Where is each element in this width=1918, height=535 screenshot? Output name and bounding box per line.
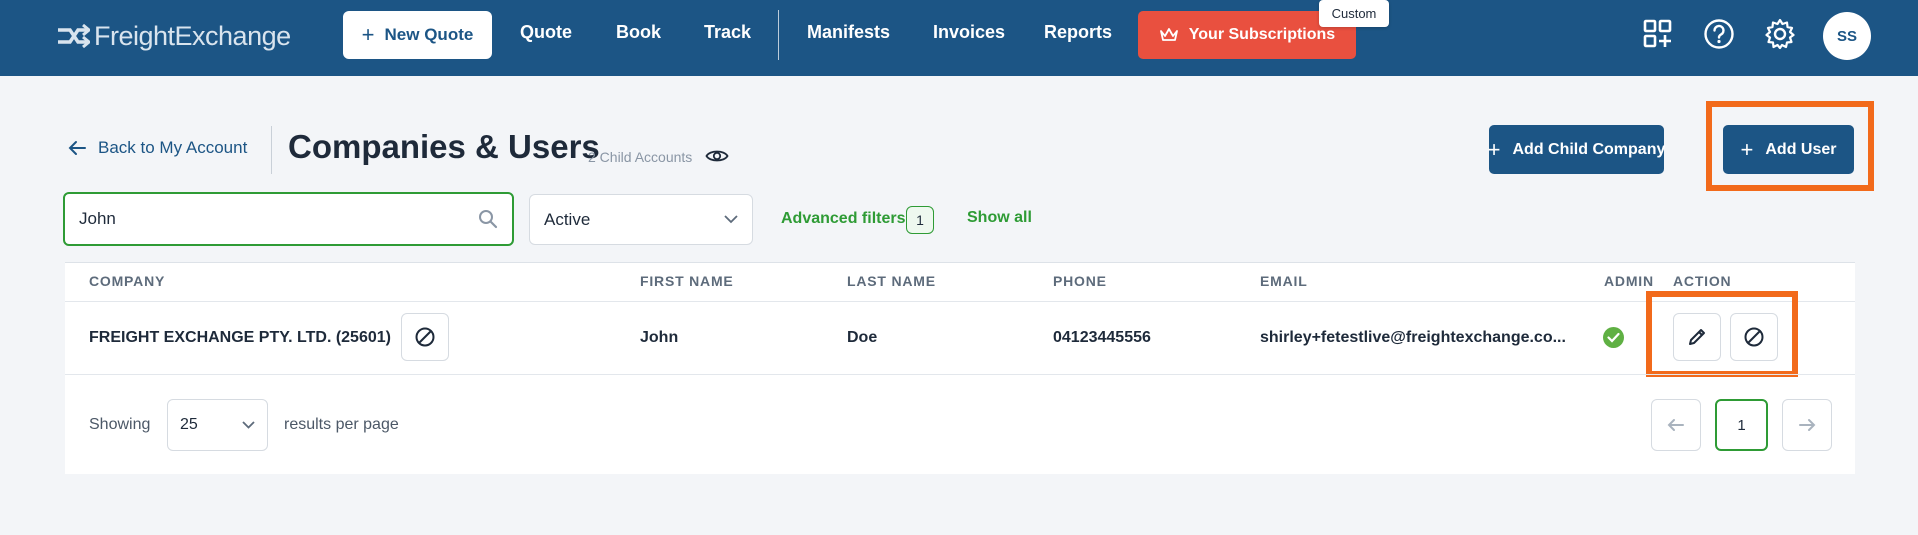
logo-text: FreightExchange bbox=[94, 20, 291, 51]
user-avatar[interactable]: SS bbox=[1823, 12, 1871, 60]
nav-link-manifests[interactable]: Manifests bbox=[807, 22, 890, 43]
header-divider bbox=[271, 126, 272, 174]
arrow-left-icon bbox=[68, 141, 86, 155]
apps-add-icon[interactable] bbox=[1640, 16, 1676, 52]
new-quote-button[interactable]: + New Quote bbox=[343, 11, 492, 59]
crown-icon bbox=[1159, 28, 1178, 41]
page-title: Companies & Users bbox=[288, 128, 600, 165]
column-header-company[interactable]: COMPANY bbox=[89, 273, 165, 289]
back-to-my-account-link[interactable]: Back to My Account bbox=[68, 138, 247, 158]
showing-label: Showing bbox=[89, 416, 151, 433]
arrow-left-icon bbox=[1667, 419, 1684, 431]
cell-email: shirley+fetestlive@freightexchange.co... bbox=[1260, 329, 1566, 346]
custom-plan-badge: Custom bbox=[1319, 0, 1389, 27]
chevron-down-icon bbox=[242, 421, 255, 429]
advanced-filters-link[interactable]: Advanced filters bbox=[781, 210, 905, 228]
per-page-select[interactable]: 25 bbox=[167, 399, 268, 451]
back-link-label: Back to My Account bbox=[98, 138, 248, 157]
cell-first-name: John bbox=[640, 329, 679, 346]
header-row-divider bbox=[65, 301, 1855, 302]
chevron-down-icon bbox=[724, 215, 738, 224]
row-divider bbox=[65, 374, 1855, 375]
action-buttons-highlight-box bbox=[1646, 291, 1798, 377]
add-child-company-button[interactable]: + Add Child Company bbox=[1487, 125, 1666, 174]
arrow-right-icon bbox=[1799, 419, 1816, 431]
column-header-email[interactable]: EMAIL bbox=[1260, 273, 1308, 289]
column-header-action: ACTION bbox=[1673, 273, 1732, 289]
search-field[interactable] bbox=[63, 192, 514, 246]
column-header-last-name[interactable]: LAST NAME bbox=[847, 273, 936, 289]
nav-link-quote[interactable]: Quote bbox=[520, 22, 572, 43]
logo-arrows-icon bbox=[58, 24, 90, 48]
nav-divider bbox=[778, 10, 779, 60]
results-per-page-label: results per page bbox=[284, 416, 399, 433]
plus-icon: + bbox=[361, 22, 375, 47]
cell-phone: 04123445556 bbox=[1053, 329, 1151, 346]
freightexchange-logo[interactable]: FreightExchange bbox=[56, 18, 291, 54]
column-header-first-name[interactable]: FIRST NAME bbox=[640, 273, 734, 289]
admin-check-icon bbox=[1603, 327, 1624, 348]
nav-link-track[interactable]: Track bbox=[704, 22, 751, 43]
page-number-button[interactable]: 1 bbox=[1715, 399, 1768, 451]
status-select[interactable]: Active bbox=[529, 194, 753, 245]
nav-link-invoices[interactable]: Invoices bbox=[933, 22, 1005, 43]
search-input[interactable] bbox=[79, 209, 478, 229]
add-user-highlight-box bbox=[1706, 101, 1874, 191]
cell-company: FREIGHT EXCHANGE PTY. LTD. (25601) bbox=[89, 329, 391, 346]
nav-link-reports[interactable]: Reports bbox=[1044, 22, 1112, 43]
next-page-button[interactable] bbox=[1782, 399, 1832, 451]
gear-icon[interactable] bbox=[1762, 16, 1798, 52]
top-navigation-bar: FreightExchange + New Quote Quote Book T… bbox=[0, 0, 1918, 76]
per-page-value: 25 bbox=[180, 416, 198, 433]
column-header-phone[interactable]: PHONE bbox=[1053, 273, 1107, 289]
previous-page-button[interactable] bbox=[1651, 399, 1701, 451]
your-subscriptions-label: Your Subscriptions bbox=[1188, 26, 1336, 43]
add-child-company-label: Add Child Company bbox=[1512, 140, 1666, 158]
status-select-value: Active bbox=[544, 209, 591, 229]
search-icon bbox=[479, 210, 498, 229]
cell-last-name: Doe bbox=[847, 329, 878, 346]
new-quote-label: New Quote bbox=[384, 25, 474, 44]
disable-company-button[interactable] bbox=[401, 313, 449, 361]
advanced-filters-count-badge: 1 bbox=[906, 206, 934, 234]
block-icon bbox=[415, 327, 435, 347]
help-icon[interactable] bbox=[1701, 16, 1737, 52]
eye-icon[interactable] bbox=[705, 148, 729, 169]
show-all-link[interactable]: Show all bbox=[967, 209, 1032, 227]
plus-icon: + bbox=[1487, 136, 1501, 162]
child-accounts-count: 2 Child Accounts bbox=[588, 149, 693, 165]
column-header-admin: ADMIN bbox=[1604, 273, 1654, 289]
nav-link-book[interactable]: Book bbox=[616, 22, 661, 43]
users-table bbox=[65, 262, 1855, 474]
